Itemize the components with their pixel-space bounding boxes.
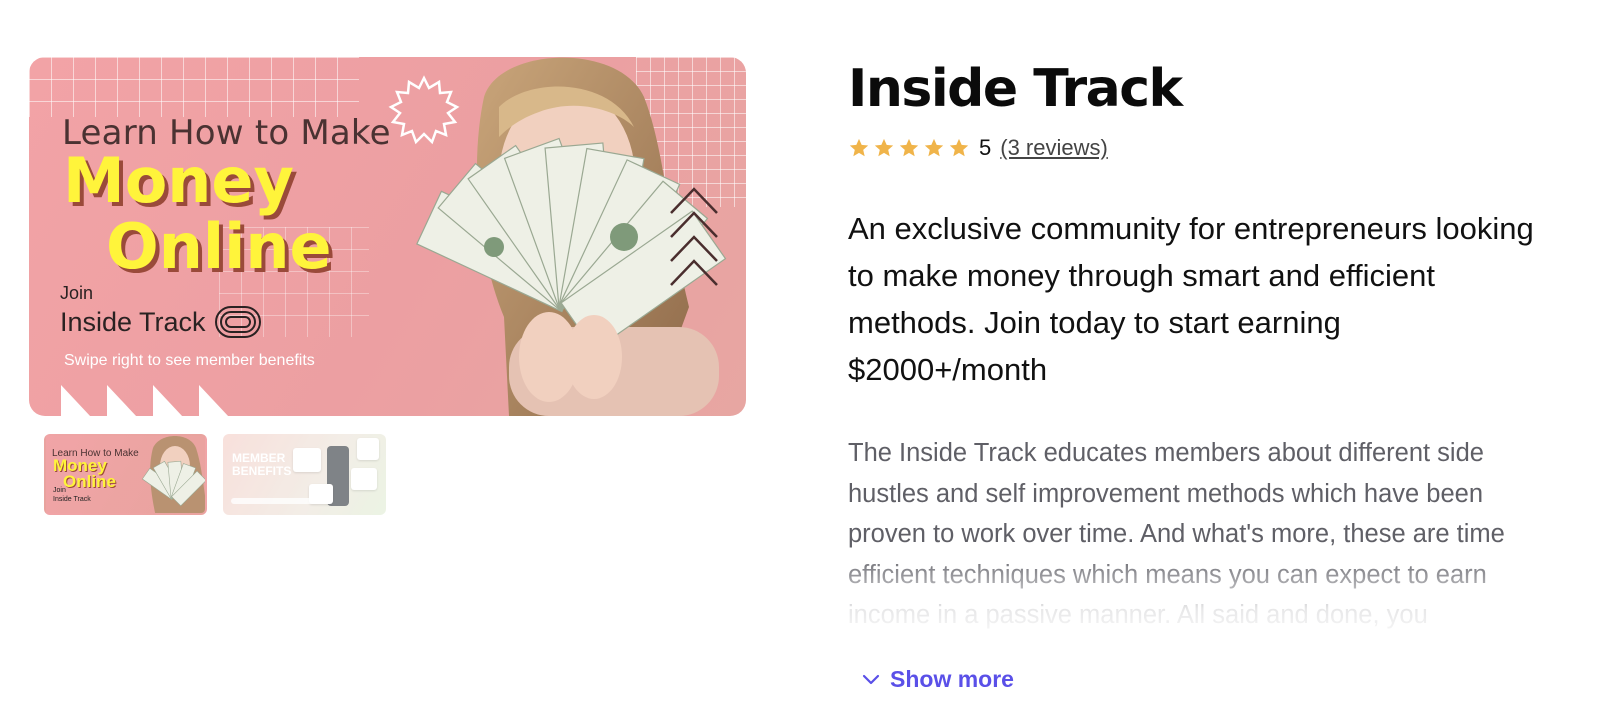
thumbnail-brand: Join Inside Track: [53, 486, 91, 504]
star-icon: [899, 138, 919, 157]
rating-stars: [848, 137, 970, 159]
thumbnail-brand-text: Inside Track: [53, 496, 91, 503]
description-fade-overlay: [848, 552, 1568, 647]
zigzag-decoration: [61, 385, 229, 416]
thumbnail-card: [357, 438, 379, 460]
hero-grid-pattern: [29, 57, 359, 117]
thumbnail-join-text: Join: [53, 487, 66, 494]
thumbnail-benefits-text: BENEFITS: [232, 464, 292, 478]
product-title: Inside Track: [848, 59, 1183, 119]
star-icon: [874, 138, 894, 157]
hero-join-text: Join: [60, 283, 94, 303]
hero-brand-name: Inside Track: [60, 306, 206, 337]
hero-headline-money: Money: [63, 144, 294, 217]
chevron-down-icon: [862, 674, 880, 684]
thumbnail-member-benefits: MEMBER BENEFITS: [232, 452, 291, 478]
product-hero-image[interactable]: Learn How to Make Money Online Join Insi…: [29, 57, 746, 416]
hero-headline-online: Online: [106, 210, 332, 283]
thumbnail-card: [293, 448, 321, 472]
thumbnail-2[interactable]: MEMBER BENEFITS: [223, 434, 386, 515]
star-icon: [924, 138, 944, 157]
reviews-link[interactable]: (3 reviews): [1000, 135, 1108, 161]
show-more-button[interactable]: Show more: [862, 666, 1014, 693]
rating-score: 5: [979, 135, 992, 160]
thumbnail-member-text: MEMBER: [232, 451, 286, 465]
thumbnail-card: [351, 468, 377, 490]
show-more-label: Show more: [890, 666, 1014, 692]
track-logo-icon: [214, 306, 261, 338]
star-icon: [949, 138, 969, 157]
chevron-up-stack-icon: [670, 187, 718, 286]
thumbnail-1[interactable]: Learn How to Make Money Online Join Insi…: [44, 434, 207, 515]
thumbnail-bar: [231, 498, 315, 504]
image-thumbnails: Learn How to Make Money Online Join Insi…: [44, 434, 386, 515]
star-icon: [849, 138, 869, 157]
thumbnail-woman-image: [141, 436, 205, 513]
product-description-container: The Inside Track educates members about …: [848, 433, 1568, 647]
hero-swipe-hint: Swipe right to see member benefits: [64, 352, 315, 369]
hero-brand: Inside Track: [60, 305, 262, 339]
rating-summary: 5 (3 reviews): [848, 133, 1108, 163]
product-tagline: An exclusive community for entrepreneurs…: [848, 211, 1534, 387]
